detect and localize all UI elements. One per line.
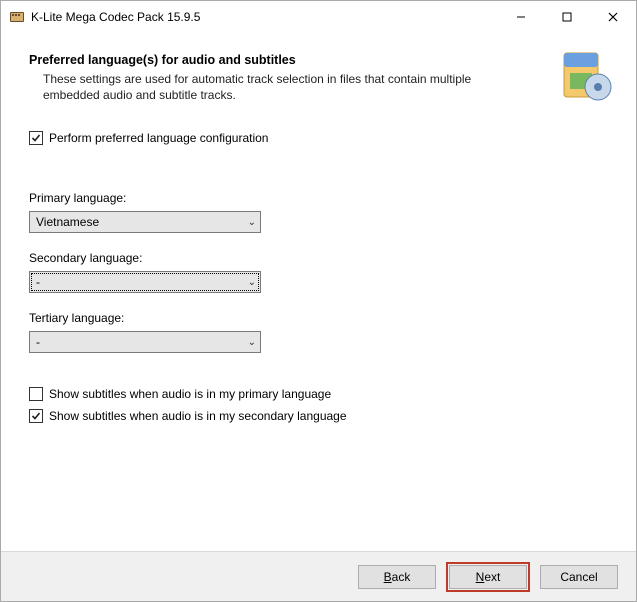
show-sub-secondary-row: Show subtitles when audio is in my secon…	[29, 409, 608, 423]
primary-language-select[interactable]: Vietnamese ⌄	[29, 211, 261, 233]
page-subtext: These settings are used for automatic tr…	[43, 71, 523, 103]
chevron-down-icon: ⌄	[248, 337, 256, 348]
tertiary-language-select[interactable]: - ⌄	[29, 331, 261, 353]
titlebar: K-Lite Mega Codec Pack 15.9.5	[1, 1, 636, 33]
cancel-button[interactable]: Cancel	[540, 565, 618, 589]
tertiary-language-value: -	[36, 335, 40, 349]
show-sub-primary-row: Show subtitles when audio is in my prima…	[29, 387, 608, 401]
footer: Back Next Cancel	[1, 551, 636, 601]
close-button[interactable]	[590, 1, 636, 33]
app-icon	[9, 9, 25, 25]
window-title: K-Lite Mega Codec Pack 15.9.5	[31, 10, 498, 24]
perform-config-row: Perform preferred language configuration	[29, 131, 608, 145]
installer-box-icon	[558, 47, 614, 103]
chevron-down-icon: ⌄	[248, 217, 256, 228]
show-sub-secondary-checkbox[interactable]	[29, 409, 43, 423]
perform-config-label: Perform preferred language configuration	[49, 131, 268, 145]
back-button[interactable]: Back	[358, 565, 436, 589]
show-sub-primary-checkbox[interactable]	[29, 387, 43, 401]
secondary-language-value: -	[36, 275, 40, 289]
perform-config-checkbox[interactable]	[29, 131, 43, 145]
show-sub-secondary-label: Show subtitles when audio is in my secon…	[49, 409, 347, 423]
window-controls	[498, 1, 636, 33]
next-button[interactable]: Next	[449, 565, 527, 589]
show-sub-primary-label: Show subtitles when audio is in my prima…	[49, 387, 331, 401]
secondary-language-label: Secondary language:	[29, 251, 608, 265]
tertiary-language-label: Tertiary language:	[29, 311, 608, 325]
primary-language-value: Vietnamese	[36, 215, 99, 229]
content-area: Preferred language(s) for audio and subt…	[1, 33, 636, 551]
minimize-button[interactable]	[498, 1, 544, 33]
chevron-down-icon: ⌄	[248, 277, 256, 288]
page-heading: Preferred language(s) for audio and subt…	[29, 53, 608, 67]
primary-language-label: Primary language:	[29, 191, 608, 205]
secondary-language-select[interactable]: - ⌄	[29, 271, 261, 293]
maximize-button[interactable]	[544, 1, 590, 33]
installer-window: K-Lite Mega Codec Pack 15.9.5 Preferred …	[0, 0, 637, 602]
